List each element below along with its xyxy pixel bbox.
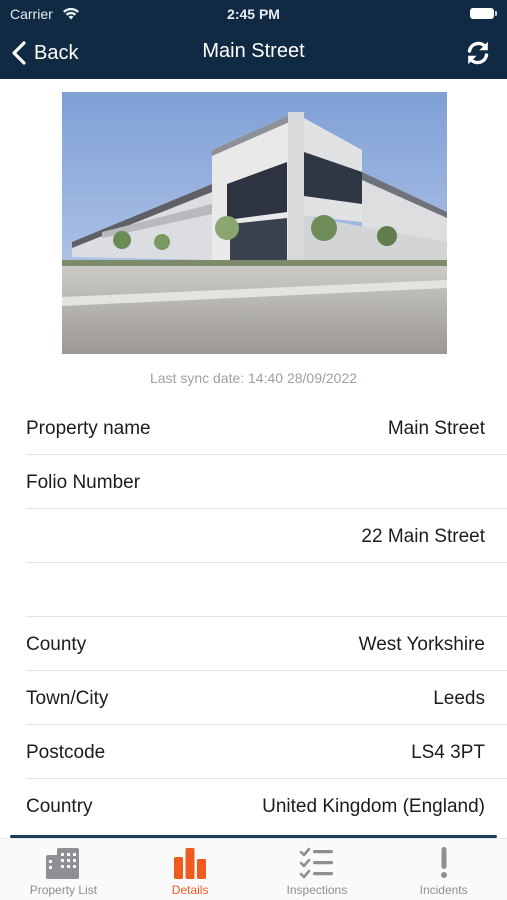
tab-inspections[interactable]: Inspections (254, 839, 381, 900)
status-bar: Carrier 2:45 PM (0, 0, 507, 28)
detail-row-address-line-2 (26, 563, 507, 617)
detail-value: LS4 3PT (411, 742, 485, 763)
detail-value: Leeds (433, 688, 485, 709)
tab-incidents[interactable]: Incidents (380, 839, 507, 900)
detail-value: United Kingdom (England) (262, 796, 485, 817)
detail-value: Main Street (387, 418, 485, 439)
detail-label: Postcode (26, 742, 106, 763)
last-sync-text: Last sync date: 14:40 28/09/2022 (149, 370, 358, 386)
detail-value: 22 Main Street (361, 526, 485, 547)
detail-value: West Yorkshire (358, 634, 485, 655)
chevron-left-icon (12, 41, 26, 65)
bar-chart-icon (174, 848, 207, 879)
top-bar: Carrier 2:45 PM Back Main Street (0, 0, 507, 79)
detail-row-town-city: Town/City Leeds (26, 671, 507, 725)
detail-row-folio-number: Folio Number (26, 455, 507, 509)
detail-row-postcode: Postcode LS4 3PT (26, 725, 507, 779)
tab-details[interactable]: Details (127, 839, 254, 900)
detail-label: Country (26, 796, 93, 817)
detail-label: Folio Number (26, 472, 141, 493)
tab-label: Incidents (419, 883, 468, 897)
tab-label: Property List (29, 883, 98, 897)
tab-property-list[interactable]: Property List (0, 839, 127, 900)
page-title: Main Street (202, 40, 305, 62)
property-details-list: Property name Main Street Folio Number 2… (26, 401, 507, 833)
back-button[interactable]: Back (10, 38, 78, 68)
detail-label: County (26, 634, 87, 655)
tab-label: Inspections (286, 883, 348, 897)
detail-row-property-name: Property name Main Street (26, 401, 507, 455)
detail-label: Town/City (26, 688, 109, 709)
property-photo (62, 92, 447, 354)
tab-bar: Property List Details Inspections Incide… (0, 838, 507, 900)
back-label: Back (34, 41, 79, 64)
navigation-bar: Back Main Street (0, 28, 507, 79)
battery-icon (470, 8, 497, 19)
clock: 2:45 PM (227, 6, 280, 22)
checklist-icon (299, 847, 333, 879)
detail-row-country: Country United Kingdom (England) (26, 779, 507, 833)
buildings-icon (46, 848, 80, 879)
refresh-icon[interactable] (463, 38, 493, 68)
detail-row-county: County West Yorkshire (26, 617, 507, 671)
detail-label: Property name (26, 418, 151, 439)
tab-label: Details (171, 883, 209, 897)
detail-row-address-line-1: 22 Main Street (26, 509, 507, 563)
exclamation-icon (440, 847, 447, 878)
